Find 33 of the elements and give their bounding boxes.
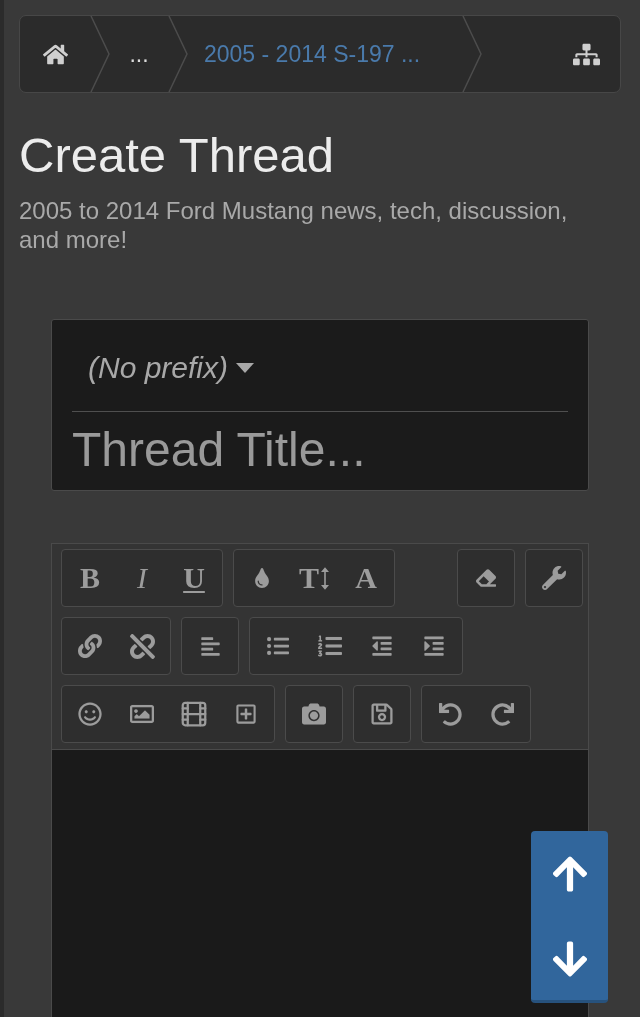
text-size-button[interactable]: T bbox=[288, 552, 340, 604]
align-left-icon bbox=[199, 635, 221, 657]
caret-icon bbox=[236, 363, 255, 373]
bold-button[interactable]: B bbox=[64, 552, 116, 604]
breadcrumb-more-link[interactable]: ... bbox=[110, 16, 168, 92]
scroll-down-button[interactable] bbox=[531, 917, 608, 1003]
outdent-icon bbox=[371, 635, 393, 657]
camera-icon bbox=[302, 702, 326, 726]
wrench-icon bbox=[542, 566, 566, 590]
undo-icon bbox=[438, 702, 462, 726]
smiley-icon bbox=[78, 702, 102, 726]
redo-icon bbox=[490, 702, 514, 726]
drop-icon bbox=[252, 568, 272, 588]
underline-button[interactable]: U bbox=[168, 552, 220, 604]
italic-button[interactable]: I bbox=[116, 552, 168, 604]
updown-arrow-icon bbox=[321, 566, 329, 590]
thread-title-input[interactable]: Thread Title... bbox=[72, 422, 568, 477]
eraser-icon bbox=[476, 568, 496, 588]
breadcrumb-link[interactable]: 2005 - 2014 S-197 ... bbox=[188, 16, 463, 92]
editor-field[interactable] bbox=[51, 750, 589, 1017]
link-icon bbox=[78, 634, 102, 658]
prefix-dropdown[interactable]: (No prefix) bbox=[88, 350, 255, 386]
indent-icon bbox=[423, 635, 445, 657]
thread-form-panel[interactable]: (No prefix) Thread Title... bbox=[51, 319, 589, 491]
page-title: Create Thread bbox=[19, 128, 336, 183]
bullet-list-icon bbox=[267, 635, 289, 657]
forum-description: 2005 to 2014 Ford Mustang news, tech, discussion, and more! bbox=[19, 196, 569, 254]
numbered-list-icon bbox=[318, 634, 342, 658]
film-icon bbox=[179, 699, 209, 729]
scroll-up-button[interactable] bbox=[531, 831, 608, 917]
font-button[interactable]: A bbox=[340, 552, 392, 604]
broken-link-icon bbox=[129, 633, 155, 659]
image-icon bbox=[130, 702, 154, 726]
